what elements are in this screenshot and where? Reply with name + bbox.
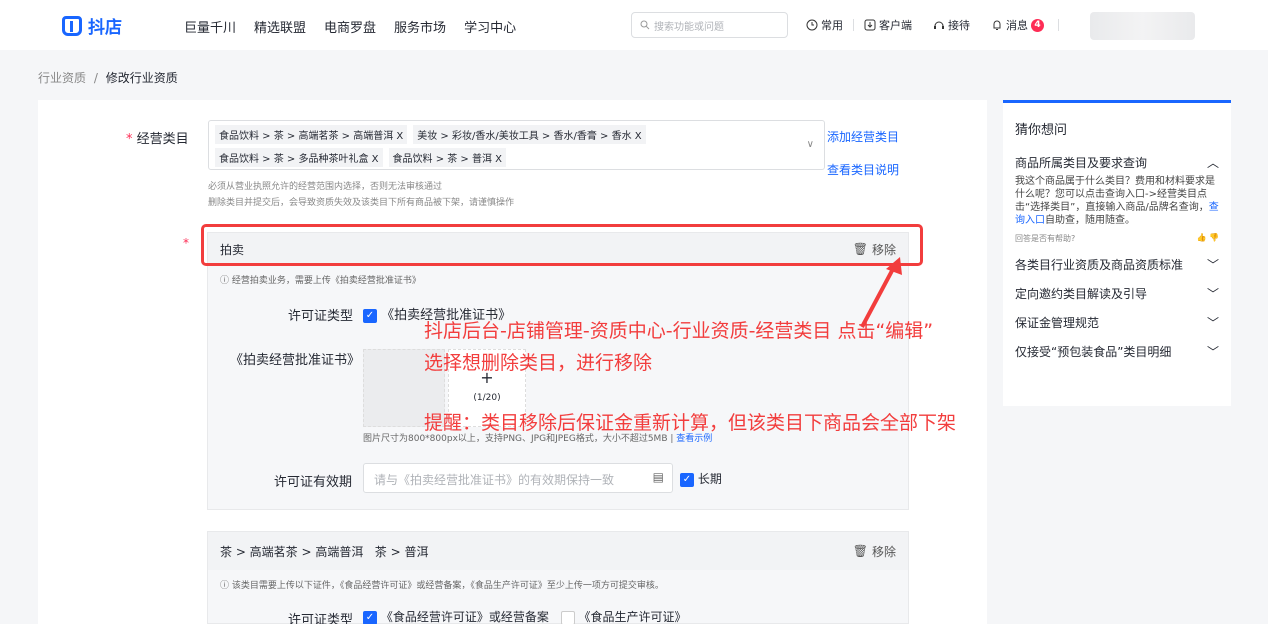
helpful-row: 回答是否有帮助? 👍 👎 xyxy=(1003,227,1231,244)
faq-item[interactable]: 定向邀约类目解读及引导 ﹀ xyxy=(1003,285,1231,302)
messages-label: 消息 xyxy=(1006,19,1028,32)
section-title: 茶 > 高端茗茶 > 高端普洱 茶 > 普洱 xyxy=(220,544,429,559)
view-example-link[interactable]: 查看示例 xyxy=(676,434,712,444)
faq-answer: 我这个商品属于什么类目？费用和材料要求是什么呢？您可以点击查询入口->经营类目点… xyxy=(1015,176,1219,226)
license-option-food-business[interactable]: 《食品经营许可证》或经营备案 xyxy=(381,610,549,624)
category-tag[interactable]: 食品饮料 > 茶 > 高端茗茶 > 高端普洱 X xyxy=(215,125,408,144)
nav-item-compass[interactable]: 电商罗盘 xyxy=(324,17,376,36)
category-tag[interactable]: 食品饮料 > 茶 > 普洱 X xyxy=(388,148,507,167)
sidebar-title: 猜你想问 xyxy=(1015,123,1068,138)
reception-button[interactable]: 接待 xyxy=(933,17,970,33)
clock-icon xyxy=(806,19,818,31)
long-term-label: 长期 xyxy=(697,472,722,486)
logo-text: 抖店 xyxy=(88,18,122,38)
nav-item-alliance[interactable]: 精选联盟 xyxy=(254,17,306,36)
breadcrumb-separator: / xyxy=(93,71,98,85)
faq-item[interactable]: 保证金管理规范 ﹀ xyxy=(1003,314,1231,331)
chevron-down-icon: ﹀ xyxy=(1206,316,1219,330)
license-options: ✓ 《食品经营许可证》或经营备案 《食品生产许可证》 xyxy=(363,608,687,624)
frequent-button[interactable]: 常用 xyxy=(806,17,843,33)
doudian-logo-icon xyxy=(62,15,82,36)
checkbox-checked[interactable]: ✓ xyxy=(363,308,377,323)
annotation-line3: 提醒：类目移除后保证金重新计算，但该类目下商品会全部下架 xyxy=(424,412,957,434)
license-type-label: 许可证类型 xyxy=(288,309,354,324)
logo[interactable]: 抖店 xyxy=(62,13,122,38)
category-select[interactable]: 食品饮料 > 茶 > 高端茗茶 > 高端普洱 X 美妆 > 彩妆/香水/美妆工具… xyxy=(208,120,825,170)
required-mark: * xyxy=(183,236,189,250)
faq-title: 商品所属类目及要求查询 xyxy=(1015,156,1148,170)
divider xyxy=(853,19,854,31)
search-placeholder: 搜索功能或问题 xyxy=(654,21,724,33)
tea-section: 茶 > 高端茗茶 > 高端普洱 茶 > 普洱 🗑 移除 ⓘ 该类目需要上传以下证… xyxy=(207,531,909,624)
account-avatar[interactable] xyxy=(1090,12,1195,40)
calendar-icon: ▤ xyxy=(652,470,664,484)
search-icon xyxy=(640,20,650,30)
chevron-down-icon: ﹀ xyxy=(1206,258,1219,272)
chevron-down-icon: ﹀ xyxy=(1206,345,1219,359)
remove-label: 移除 xyxy=(871,544,896,559)
divider xyxy=(1058,19,1059,31)
nav-item-qianchuan[interactable]: 巨量千川 xyxy=(184,17,236,36)
top-nav: 巨量千川 精选联盟 电商罗盘 服务市场 学习中心 xyxy=(184,17,516,36)
license-option-food-production[interactable]: 《食品生产许可证》 xyxy=(579,610,687,624)
thumbs-up-icon[interactable]: 👍 xyxy=(1197,233,1207,242)
highlight-box xyxy=(201,224,923,266)
faq-item[interactable]: 各类目行业资质及商品资质标准 ﹀ xyxy=(1003,256,1231,273)
top-right-tools: 常用 客户端 接待 消息 4 xyxy=(806,17,1069,33)
remove-button[interactable]: 🗑 移除 xyxy=(853,543,896,560)
messages-button[interactable]: 消息 4 xyxy=(991,17,1044,33)
faq-sidebar: 猜你想问 商品所属类目及要求查询 ︿ 我这个商品属于什么类目？费用和材料要求是什么… xyxy=(1003,100,1231,406)
chevron-down-icon[interactable]: ∨ xyxy=(807,139,814,150)
validity-label: 许可证有效期 xyxy=(274,475,353,490)
validity-date-input[interactable]: 请与《拍卖经营批准证书》的有效期保持一致 ▤ xyxy=(363,463,673,493)
section-note: ⓘ 该类目需要上传以下证件，《食品经营许可证》或经营备案，《食品生产许可证》至少… xyxy=(220,581,664,591)
headset-icon xyxy=(934,21,944,29)
top-bar: 抖店 巨量千川 精选联盟 电商罗盘 服务市场 学习中心 搜索功能或问题 常用 客… xyxy=(0,0,1268,50)
frequent-label: 常用 xyxy=(821,19,843,32)
chevron-up-icon: ︿ xyxy=(1206,156,1219,170)
checkbox-checked[interactable]: ✓ xyxy=(680,472,694,487)
faq-item[interactable]: 仅接受“预包装食品”类目明细 ﹀ xyxy=(1003,343,1231,360)
client-button[interactable]: 客户端 xyxy=(864,17,912,33)
section-header: 茶 > 高端茗茶 > 高端普洱 茶 > 普洱 🗑 移除 xyxy=(208,532,908,570)
category-hint: 必须从营业执照允许的经营范围内选择，否则无法审核通过 xyxy=(208,182,443,192)
nav-item-learning[interactable]: 学习中心 xyxy=(464,17,516,36)
annotation-line2: 选择想删除类目，进行移除 xyxy=(424,352,653,374)
license-type-label: 许可证类型 xyxy=(288,613,354,624)
chevron-down-icon: ﹀ xyxy=(1206,287,1219,301)
category-warning: 删除类目并提交后，会导致资质失效及该类目下所有商品被下架，请谨慎操作 xyxy=(208,198,515,208)
category-tag[interactable]: 美妆 > 彩妆/香水/美妆工具 > 香水/香膏 > 香水 X xyxy=(413,125,646,144)
view-category-link[interactable]: 查看类目说明 xyxy=(827,161,899,178)
cert-label: 《拍卖经营批准证书》 xyxy=(230,353,361,368)
checkbox-checked[interactable]: ✓ xyxy=(363,610,377,624)
nav-item-service-market[interactable]: 服务市场 xyxy=(394,17,446,36)
breadcrumb-current: 修改行业资质 xyxy=(105,71,178,85)
breadcrumb: 行业资质 / 修改行业资质 xyxy=(38,69,178,86)
breadcrumb-parent[interactable]: 行业资质 xyxy=(38,71,86,85)
checkbox-unchecked[interactable] xyxy=(560,610,575,624)
add-category-link[interactable]: 添加经营类目 xyxy=(827,128,899,145)
section-note: ⓘ 经营拍卖业务，需要上传《拍卖经营批准证书》 xyxy=(220,276,421,286)
annotation-line1: 抖店后台-店铺管理-资质中心-行业资质-经营类目 点击“编辑” xyxy=(424,320,934,342)
category-label: * 经营类目 xyxy=(126,132,189,147)
trash-icon: 🗑 xyxy=(852,544,868,558)
client-label: 客户端 xyxy=(879,19,912,32)
download-icon xyxy=(864,19,876,31)
bell-icon xyxy=(993,20,1001,30)
search-input[interactable]: 搜索功能或问题 xyxy=(631,12,788,38)
category-tag[interactable]: 食品饮料 > 茶 > 多品种茶叶礼盒 X xyxy=(215,148,383,167)
thumbs-down-icon[interactable]: 👎 xyxy=(1209,233,1219,242)
helpful-label: 回答是否有帮助? xyxy=(1015,234,1076,243)
message-count-badge: 4 xyxy=(1031,18,1044,32)
reception-label: 接待 xyxy=(948,19,970,32)
long-term-checkbox[interactable]: ✓ 长期 xyxy=(680,470,722,487)
upload-count: (1/20) xyxy=(473,393,501,403)
faq-item-expanded[interactable]: 商品所属类目及要求查询 ︿ xyxy=(1003,148,1231,171)
